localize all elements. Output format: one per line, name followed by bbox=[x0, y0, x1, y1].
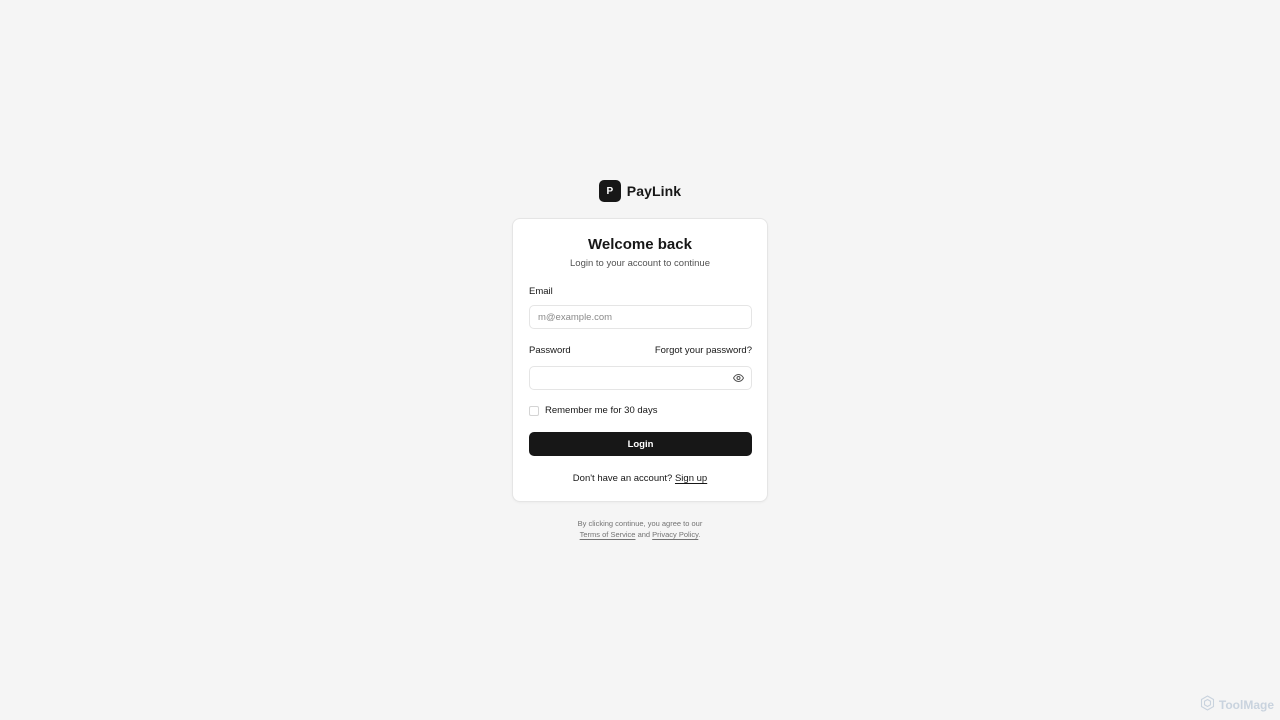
legal-notice: By clicking continue, you agree to our T… bbox=[0, 518, 1280, 540]
remember-me-label[interactable]: Remember me for 30 days bbox=[545, 405, 657, 416]
password-field[interactable] bbox=[529, 366, 752, 390]
forgot-password-link[interactable]: Forgot your password? bbox=[655, 345, 752, 356]
legal-and: and bbox=[637, 530, 651, 539]
legal-line-2: Terms of Service and Privacy Policy. bbox=[0, 529, 1280, 540]
login-page: P PayLink Welcome back Login to your acc… bbox=[0, 0, 1280, 720]
signup-prompt: Don't have an account? bbox=[572, 473, 673, 484]
hexagon-logo-icon bbox=[1200, 695, 1215, 714]
terms-of-service-link[interactable]: Terms of Service bbox=[580, 530, 636, 539]
signup-link[interactable]: Sign up bbox=[675, 473, 707, 484]
password-label: Password bbox=[529, 345, 571, 356]
watermark: ToolMage bbox=[1200, 695, 1274, 714]
eye-icon[interactable] bbox=[732, 372, 744, 384]
brand-header: P PayLink bbox=[0, 180, 1280, 202]
remember-me-row: Remember me for 30 days bbox=[529, 405, 657, 416]
card-title: Welcome back bbox=[588, 236, 692, 253]
login-card: Welcome back Login to your account to co… bbox=[512, 218, 768, 502]
email-label: Email bbox=[529, 286, 553, 297]
watermark-text: ToolMage bbox=[1218, 697, 1274, 712]
legal-period: . bbox=[698, 530, 701, 539]
brand-logo-icon: P bbox=[598, 180, 621, 202]
brand-name: PayLink bbox=[626, 183, 682, 199]
legal-line-1: By clicking continue, you agree to our bbox=[577, 519, 703, 528]
card-subtitle: Login to your account to continue bbox=[570, 258, 710, 269]
email-field[interactable] bbox=[529, 305, 752, 329]
privacy-policy-link[interactable]: Privacy Policy bbox=[652, 530, 698, 539]
signup-row: Don't have an account? Sign up bbox=[513, 473, 767, 484]
login-button[interactable]: Login bbox=[529, 432, 752, 456]
remember-me-checkbox[interactable] bbox=[529, 405, 539, 416]
